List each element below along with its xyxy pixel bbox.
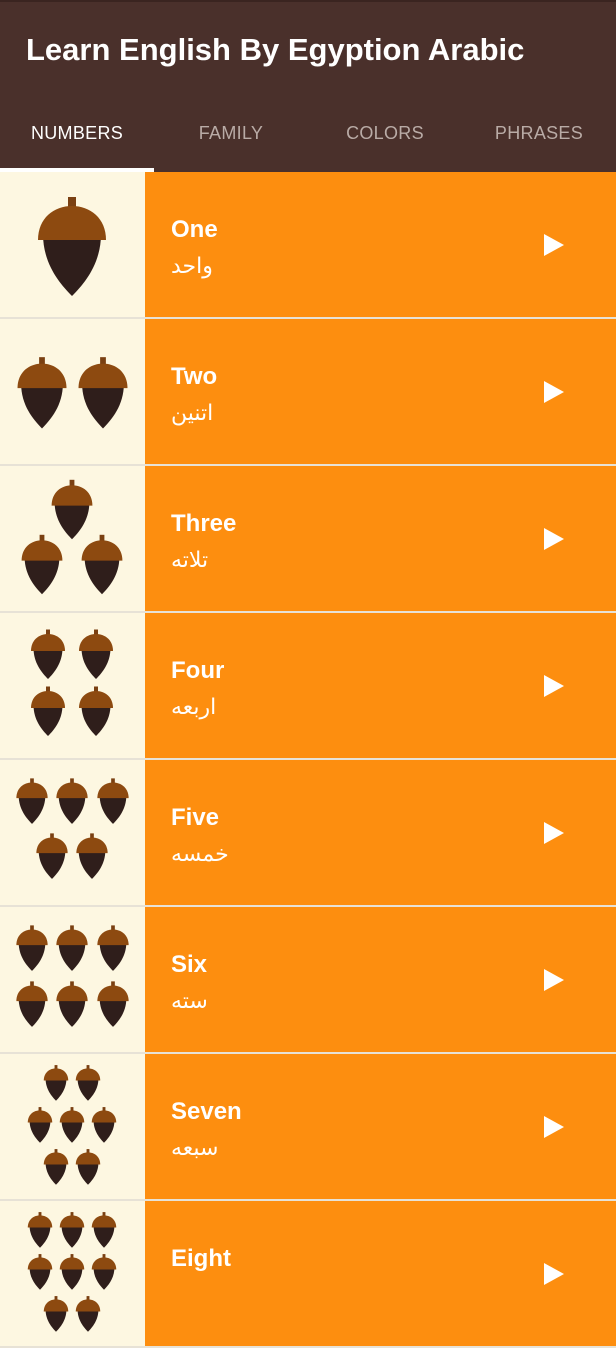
english-word: Six	[171, 951, 208, 978]
english-word: Five	[171, 804, 220, 831]
english-word: Eight	[171, 1245, 231, 1272]
list-item[interactable]: One واحد	[0, 172, 616, 319]
acorn-icon	[16, 778, 129, 879]
acorn-icon	[78, 357, 128, 429]
list-item[interactable]: Six سته	[0, 907, 616, 1054]
acorn-icon	[36, 833, 68, 879]
acorn-icon	[97, 981, 129, 1027]
english-word: Two	[171, 363, 218, 390]
list-item-body[interactable]: Six سته	[145, 907, 616, 1052]
tab-bar: NUMBERS FAMILY COLORS PHRASES	[0, 94, 616, 172]
list-item-body[interactable]: Eight	[145, 1201, 616, 1346]
list-item-body[interactable]: Three تلاته	[145, 466, 616, 611]
list-item[interactable]: Five خمسه	[0, 760, 616, 907]
app-title: Learn English By Egyption Arabic	[26, 32, 525, 67]
acorn-icon	[16, 981, 48, 1027]
acorn-icon	[97, 925, 129, 971]
acorn-icon	[27, 1065, 117, 1185]
list-item[interactable]: Eight	[0, 1201, 616, 1348]
acorn-icon	[59, 1212, 85, 1248]
acorn-icon	[91, 1254, 117, 1290]
acorn-icon	[75, 1296, 101, 1332]
acorn-icon	[79, 686, 113, 736]
acorn-image	[0, 466, 145, 611]
arabic-word: تلاته	[171, 548, 209, 573]
play-icon[interactable]	[544, 528, 564, 550]
acorn-icon	[79, 629, 113, 679]
acorn-icon	[51, 479, 93, 540]
play-icon[interactable]	[544, 381, 564, 403]
acorn-icon	[27, 1107, 53, 1143]
acorn-image	[0, 172, 145, 317]
arabic-word: اربعه	[171, 695, 217, 720]
acorn-image	[0, 319, 145, 464]
play-icon[interactable]	[544, 1263, 564, 1285]
acorn-icon	[75, 1065, 101, 1101]
acorn-image	[0, 613, 145, 758]
tab-colors[interactable]: COLORS	[308, 94, 462, 172]
word-list: One واحد Two اتنين Three تلاته Four اربع…	[0, 172, 616, 1348]
acorn-icon	[17, 357, 67, 429]
acorn-icon	[56, 778, 88, 824]
acorn-icon	[27, 1254, 53, 1290]
acorn-icon	[75, 1149, 101, 1185]
acorn-icon	[27, 1212, 117, 1332]
app-bar: Learn English By Egyption Arabic	[0, 0, 616, 94]
acorn-icon	[31, 686, 65, 736]
acorn-icon	[17, 357, 128, 429]
tab-family[interactable]: FAMILY	[154, 94, 308, 172]
acorn-icon	[43, 1149, 69, 1185]
acorn-icon	[56, 925, 88, 971]
acorn-icon	[16, 778, 48, 824]
english-word: Three	[171, 510, 237, 537]
acorn-icon	[38, 197, 106, 296]
acorn-icon	[21, 534, 63, 595]
acorn-image	[0, 1054, 145, 1199]
tab-numbers[interactable]: NUMBERS	[0, 94, 154, 172]
list-item-body[interactable]: Five خمسه	[145, 760, 616, 905]
list-item[interactable]: Two اتنين	[0, 319, 616, 466]
list-item-body[interactable]: One واحد	[145, 172, 616, 317]
english-word: Seven	[171, 1098, 242, 1125]
acorn-image	[0, 1201, 145, 1346]
acorn-icon	[76, 833, 108, 879]
acorn-icon	[16, 925, 129, 1027]
arabic-word: اتنين	[171, 401, 214, 426]
acorn-icon	[27, 1212, 53, 1248]
acorn-icon	[43, 1296, 69, 1332]
arabic-word: واحد	[171, 254, 213, 279]
list-item-body[interactable]: Four اربعه	[145, 613, 616, 758]
list-item-body[interactable]: Seven سبعه	[145, 1054, 616, 1199]
acorn-image	[0, 907, 145, 1052]
acorn-icon	[91, 1212, 117, 1248]
play-icon[interactable]	[544, 675, 564, 697]
acorn-icon	[81, 534, 123, 595]
acorn-icon	[97, 778, 129, 824]
acorn-icon	[91, 1107, 117, 1143]
tab-phrases[interactable]: PHRASES	[462, 94, 616, 172]
english-word: One	[171, 216, 218, 243]
acorn-icon	[56, 981, 88, 1027]
list-item[interactable]: Seven سبعه	[0, 1054, 616, 1201]
acorn-icon	[16, 925, 48, 971]
acorn-icon	[31, 629, 65, 679]
acorn-icon	[21, 479, 123, 595]
arabic-word: خمسه	[171, 842, 229, 867]
play-icon[interactable]	[544, 1116, 564, 1138]
play-icon[interactable]	[544, 234, 564, 256]
acorn-icon	[59, 1254, 85, 1290]
acorn-icon	[43, 1065, 69, 1101]
list-item-body[interactable]: Two اتنين	[145, 319, 616, 464]
list-item[interactable]: Four اربعه	[0, 613, 616, 760]
play-icon[interactable]	[544, 969, 564, 991]
english-word: Four	[171, 657, 225, 684]
acorn-image	[0, 760, 145, 905]
list-item[interactable]: Three تلاته	[0, 466, 616, 613]
acorn-icon	[31, 629, 113, 736]
acorn-icon	[38, 197, 106, 296]
acorn-icon	[59, 1107, 85, 1143]
arabic-word: سته	[171, 989, 208, 1014]
arabic-word: سبعه	[171, 1136, 219, 1161]
play-icon[interactable]	[544, 822, 564, 844]
